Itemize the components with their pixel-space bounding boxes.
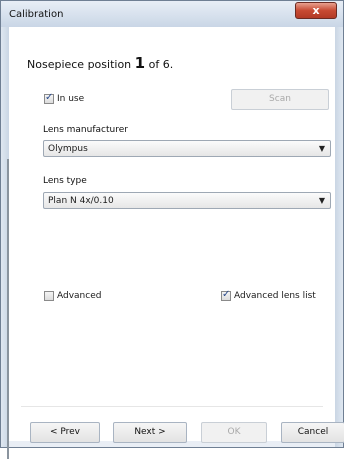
heading-prefix: Nosepiece position: [27, 58, 132, 71]
window-title: Calibration: [9, 9, 64, 20]
nosepiece-position-heading: Nosepiece position 1 of 6.: [27, 54, 173, 72]
scan-button[interactable]: Scan: [231, 89, 329, 110]
lens-manufacturer-select[interactable]: Olympus ▼: [43, 140, 331, 157]
calibration-window: Calibration x Nosepiece position 1 of 6.…: [0, 0, 344, 459]
window-left-border: [1, 27, 9, 459]
prev-button-label: < Prev: [49, 427, 81, 437]
in-use-checkbox[interactable]: [44, 92, 54, 104]
advanced-label: Advanced: [57, 291, 102, 301]
next-button[interactable]: Next >: [113, 422, 187, 443]
in-use-label: In use: [57, 94, 85, 104]
ok-button[interactable]: OK: [201, 422, 267, 443]
advanced-lens-list-checkbox-row[interactable]: Advanced lens list: [221, 289, 316, 301]
lens-type-select[interactable]: Plan N 4x/0.10 ▼: [43, 192, 331, 209]
advanced-checkbox-row[interactable]: Advanced: [44, 291, 101, 301]
footer-divider: [21, 406, 323, 407]
in-use-checkbox-row[interactable]: In use: [44, 92, 85, 104]
cancel-button[interactable]: Cancel: [281, 422, 344, 443]
lens-manufacturer-label: Lens manufacturer: [43, 125, 128, 135]
next-button-label: Next >: [134, 427, 166, 437]
lens-manufacturer-value: Olympus: [48, 144, 88, 154]
advanced-checkbox[interactable]: [44, 291, 54, 301]
heading-suffix: of 6.: [148, 58, 174, 71]
window-right-border: [335, 27, 343, 447]
prev-button[interactable]: < Prev: [30, 422, 100, 443]
ok-button-label: OK: [227, 427, 241, 437]
position-number: 1: [134, 54, 146, 72]
lens-type-value: Plan N 4x/0.10: [48, 196, 114, 206]
close-icon: x: [312, 4, 320, 17]
lens-type-label: Lens type: [43, 176, 87, 186]
advanced-lens-list-checkbox[interactable]: [221, 289, 231, 301]
advanced-lens-list-label: Advanced lens list: [234, 291, 316, 301]
chevron-down-icon: ▼: [318, 196, 325, 205]
title-bar[interactable]: Calibration x: [1, 1, 343, 27]
chevron-down-icon: ▼: [318, 144, 325, 153]
close-button[interactable]: x: [295, 2, 337, 19]
cancel-button-label: Cancel: [297, 427, 329, 437]
scan-button-label: Scan: [269, 94, 291, 104]
